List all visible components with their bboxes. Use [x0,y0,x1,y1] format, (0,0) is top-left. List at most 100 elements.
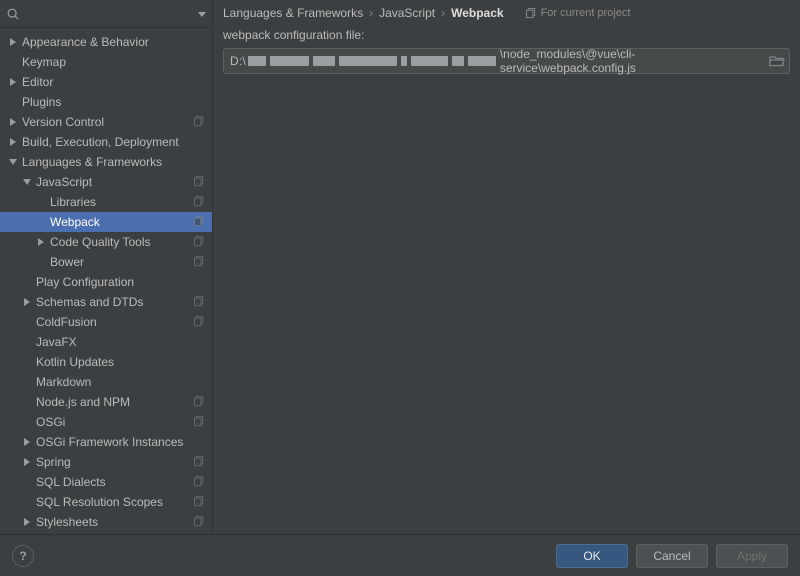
tree-item[interactable]: JavaScript [0,172,212,192]
arrow-right-icon[interactable] [8,117,18,127]
help-button[interactable]: ? [12,545,34,567]
settings-search-row [0,0,212,28]
settings-content: Languages & Frameworks › JavaScript › We… [213,0,800,534]
arrow-right-icon[interactable] [8,37,18,47]
tree-item[interactable]: Kotlin Updates [0,352,212,372]
copy-icon [194,296,206,308]
tree-item-label: Libraries [50,195,194,209]
copy-icon [194,176,206,188]
tree-item-label: Webpack [50,215,194,229]
config-file-input[interactable]: D:\ \node_modules\@vue\cli-service\webpa… [223,48,790,74]
redacted-segment [468,56,496,66]
tree-item[interactable]: Version Control [0,112,212,132]
tree-item[interactable]: Markdown [0,372,212,392]
project-scope-label: For current project [541,7,631,19]
arrow-right-icon[interactable] [8,77,18,87]
chevron-down-icon[interactable] [198,7,206,21]
redacted-segment [270,56,310,66]
arrow-spacer [22,397,32,407]
tree-item[interactable]: OSGi [0,412,212,432]
apply-button[interactable]: Apply [716,544,788,568]
tree-item[interactable]: Schemas and DTDs [0,292,212,312]
arrow-spacer [36,217,46,227]
tree-item-label: Markdown [36,375,206,389]
redacted-segment [339,56,396,66]
arrow-right-icon[interactable] [22,457,32,467]
tree-item[interactable]: Spring [0,452,212,472]
arrow-spacer [36,257,46,267]
tree-item[interactable]: ColdFusion [0,312,212,332]
tree-item[interactable]: Editor [0,72,212,92]
tree-item-label: JavaFX [36,335,206,349]
tree-item[interactable]: Code Quality Tools [0,232,212,252]
project-scope-badge: For current project [526,7,631,19]
tree-item-label: OSGi Framework Instances [36,435,206,449]
breadcrumb-item[interactable]: Languages & Frameworks [223,6,363,20]
arrow-spacer [22,357,32,367]
tree-item-label: Play Configuration [36,275,206,289]
ok-button[interactable]: OK [556,544,628,568]
arrow-spacer [36,197,46,207]
tree-item[interactable]: Play Configuration [0,272,212,292]
copy-icon [194,116,206,128]
copy-icon [194,196,206,208]
config-file-label: webpack configuration file: [213,26,800,48]
arrow-spacer [8,97,18,107]
copy-icon [194,396,206,408]
chevron-right-icon: › [369,6,373,20]
arrow-right-icon[interactable] [22,297,32,307]
tree-item[interactable]: OSGi Framework Instances [0,432,212,452]
arrow-spacer [22,377,32,387]
copy-icon [194,476,206,488]
tree-item-label: Schemas and DTDs [36,295,194,309]
redacted-segment [248,56,266,66]
path-prefix: D:\ [230,54,246,68]
tree-item[interactable]: JavaFX [0,332,212,352]
tree-item[interactable]: Webpack [0,212,212,232]
tree-item-label: Code Quality Tools [50,235,194,249]
redacted-segment [452,56,464,66]
settings-tree[interactable]: Appearance & BehaviorKeymapEditor Plugins… [0,28,212,534]
copy-icon [194,316,206,328]
tree-item[interactable]: Appearance & Behavior [0,32,212,52]
tree-item[interactable]: Node.js and NPM [0,392,212,412]
breadcrumb-item[interactable]: JavaScript [379,6,435,20]
tree-item[interactable]: Keymap [0,52,212,72]
redacted-segment [411,56,449,66]
tree-item[interactable]: SQL Dialects [0,472,212,492]
copy-icon [194,216,206,228]
tree-item[interactable]: Plugins [0,92,212,112]
tree-item-label: OSGi [36,415,194,429]
arrow-spacer [8,57,18,67]
copy-icon [194,496,206,508]
breadcrumb-item-current: Webpack [451,6,503,20]
folder-open-icon[interactable] [769,54,785,68]
tree-item-label: Build, Execution, Deployment [22,135,206,149]
copy-icon [194,516,206,528]
redacted-segment [313,56,335,66]
copy-icon [194,456,206,468]
arrow-right-icon[interactable] [8,137,18,147]
redacted-segment [401,56,407,66]
tree-item[interactable]: Stylesheets [0,512,212,532]
tree-item[interactable]: Libraries [0,192,212,212]
tree-item-label: Plugins [22,95,206,109]
tree-item-label: Languages & Frameworks [22,155,206,169]
settings-search-input[interactable] [24,7,196,21]
arrow-down-icon[interactable] [8,157,18,167]
tree-item-label: Node.js and NPM [36,395,194,409]
arrow-right-icon[interactable] [22,437,32,447]
path-suffix: \node_modules\@vue\cli-service\webpack.c… [500,47,769,75]
arrow-right-icon[interactable] [36,237,46,247]
cancel-button[interactable]: Cancel [636,544,708,568]
tree-item[interactable]: Languages & Frameworks [0,152,212,172]
copy-icon [526,8,537,19]
tree-item-label: JavaScript [36,175,194,189]
tree-item[interactable]: SQL Resolution Scopes [0,492,212,512]
chevron-right-icon: › [441,6,445,20]
arrow-down-icon[interactable] [22,177,32,187]
arrow-spacer [22,277,32,287]
arrow-right-icon[interactable] [22,517,32,527]
tree-item[interactable]: Build, Execution, Deployment [0,132,212,152]
tree-item[interactable]: Bower [0,252,212,272]
